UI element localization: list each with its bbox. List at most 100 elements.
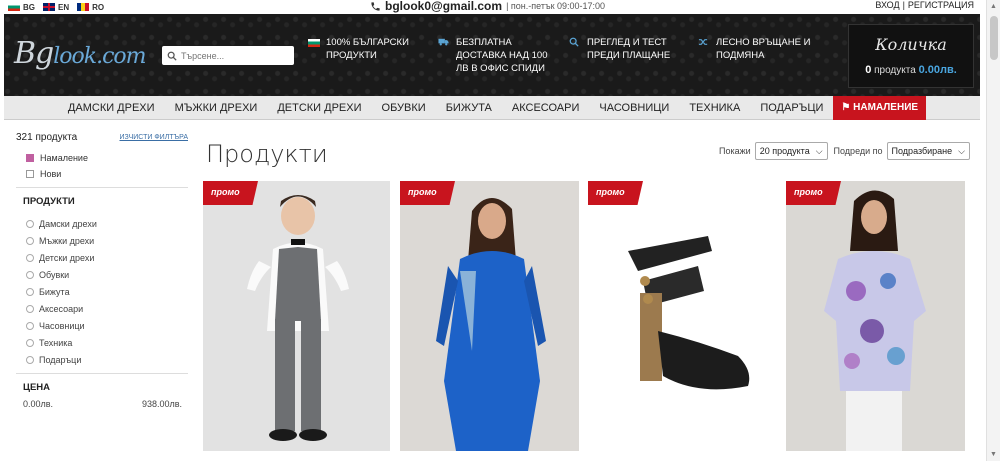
nav-sale[interactable]: ⚑ НАМАЛЕНИЕ (833, 95, 927, 120)
search-icon (167, 51, 177, 61)
scroll-down-arrow-icon[interactable]: ▼ (990, 451, 997, 458)
sort-select[interactable]: Подразбиране ⌵ (886, 142, 970, 160)
category-label: Обувки (39, 270, 70, 280)
cart-count-label: продукта (874, 65, 916, 76)
radio[interactable] (26, 271, 34, 279)
cart-summary: 0 продукта 0.00лв. (849, 64, 973, 76)
nav-womens-clothing[interactable]: ДАМСКИ ДРЕХИ (58, 96, 165, 120)
category-option[interactable]: Мъжки дрехи (26, 236, 188, 246)
filter-sale[interactable]: Намаление (26, 153, 188, 163)
product-count: 321 продукта (16, 132, 78, 143)
feature-free-delivery: БЕЗПЛАТНА ДОСТАВКА НАД 100 ЛВ В ОФИС СПИДИ (438, 36, 547, 75)
logo-rest: look.com (53, 44, 146, 69)
radio[interactable] (26, 220, 34, 228)
bulgaria-flag-icon (308, 37, 320, 62)
romania-flag-icon (77, 3, 90, 11)
uk-flag-icon (43, 3, 55, 11)
lang-ro-label: RO (92, 2, 105, 12)
top-bar: BG EN RO bglook0@gmail.com | пон.-петък … (0, 0, 984, 14)
product-card[interactable]: промо (588, 181, 775, 451)
product-image-boy-suit[interactable] (203, 181, 390, 451)
radio[interactable] (26, 339, 34, 347)
product-image-sandal[interactable] (588, 181, 775, 451)
per-page-select[interactable]: 20 продукта ⌵ (754, 142, 828, 160)
checkbox[interactable] (26, 170, 34, 178)
category-label: Подаръци (39, 355, 82, 365)
divider (16, 187, 188, 188)
scroll-up-arrow-icon[interactable]: ▲ (990, 3, 997, 10)
category-option[interactable]: Техника (26, 338, 188, 348)
radio[interactable] (26, 237, 34, 245)
clear-filter-link[interactable]: ИЗЧИСТИ ФИЛТЪРА (119, 134, 188, 141)
lang-en[interactable]: EN (43, 3, 69, 12)
category-option[interactable]: Обувки (26, 270, 188, 280)
price-min: 0.00лв. (23, 399, 54, 409)
radio[interactable] (26, 254, 34, 262)
promo-badge: промо (588, 181, 643, 205)
category-option[interactable]: Дамски дрехи (26, 219, 188, 229)
sort-value: Подразбиране (891, 146, 953, 156)
product-card[interactable]: промо (400, 181, 579, 451)
register-link[interactable]: РЕГИСТРАЦИЯ (908, 0, 974, 10)
category-option[interactable]: Бижута (26, 287, 188, 297)
category-label: Техника (39, 338, 73, 348)
language-switcher: BG EN RO (0, 3, 104, 12)
chevron-down-icon: ⌵ (958, 145, 965, 156)
feature-line: ЛЕСНО ВРЪЩАНЕ И (716, 37, 811, 48)
nav-kids-clothing[interactable]: ДЕТСКИ ДРЕХИ (267, 96, 371, 120)
bulgaria-flag-icon (8, 3, 20, 11)
working-hours: | пон.-петък 09:00-17:00 (506, 1, 606, 11)
login-link[interactable]: ВХОД (875, 0, 899, 10)
cart-total: 0.00лв. (918, 64, 957, 76)
contact-email[interactable]: bglook0@gmail.com (385, 0, 502, 13)
nav-accessories[interactable]: АКСЕСОАРИ (502, 96, 590, 120)
lang-bg[interactable]: BG (8, 3, 35, 12)
feature-line: 100% БЪЛГАРСКИ (326, 37, 409, 48)
auth-separator: | (902, 0, 905, 10)
nav-electronics[interactable]: ТЕХНИКА (679, 96, 750, 120)
category-label: Аксесоари (39, 304, 84, 314)
feature-easy-return: ЛЕСНО ВРЪЩАНЕ И ПОДМЯНА (698, 36, 810, 62)
tag-icon: ⚑ (841, 101, 854, 113)
cart-widget[interactable]: Количка 0 продукта 0.00лв. (848, 24, 974, 88)
nav-jewelry[interactable]: БИЖУТА (436, 96, 502, 120)
category-option[interactable]: Часовници (26, 321, 188, 331)
search-input[interactable] (181, 50, 281, 61)
filter-new[interactable]: Нови (26, 169, 188, 179)
promo-badge: промо (786, 181, 841, 205)
show-label: Покажи (719, 146, 751, 156)
radio[interactable] (26, 356, 34, 364)
filter-label: Нови (40, 169, 62, 179)
cart-count: 0 (865, 64, 872, 76)
lang-en-label: EN (58, 2, 70, 12)
nav-mens-clothing[interactable]: МЪЖКИ ДРЕХИ (165, 96, 268, 120)
chevron-down-icon: ⌵ (815, 145, 823, 156)
nav-gifts[interactable]: ПОДАРЪЦИ (750, 96, 833, 120)
product-card[interactable]: промо (203, 181, 390, 451)
page-scrollbar[interactable]: ▲ ▼ (986, 0, 1000, 461)
lang-ro[interactable]: RO (77, 3, 104, 12)
category-label: Бижута (39, 287, 70, 297)
checkbox-checked[interactable] (26, 154, 34, 162)
category-option[interactable]: Детски дрехи (26, 253, 188, 263)
products-section-title: ПРОДУКТИ (23, 196, 75, 207)
radio[interactable] (26, 305, 34, 313)
phone-icon (371, 1, 380, 11)
category-option[interactable]: Аксесоари (26, 304, 188, 314)
product-image-blue-dress[interactable] (400, 181, 579, 451)
feature-inspect-before-pay: ПРЕГЛЕД И ТЕСТ ПРЕДИ ПЛАЩАНЕ (569, 36, 670, 62)
main-nav: ДАМСКИ ДРЕХИ МЪЖКИ ДРЕХИ ДЕТСКИ ДРЕХИ ОБ… (4, 95, 980, 120)
truck-icon (438, 37, 450, 75)
radio[interactable] (26, 322, 34, 330)
nav-shoes[interactable]: ОБУВКИ (372, 96, 436, 120)
product-card[interactable]: промо (786, 181, 965, 451)
radio[interactable] (26, 288, 34, 296)
site-logo[interactable]: Bglook.com (14, 36, 147, 71)
scrollbar-thumb[interactable] (990, 16, 998, 60)
nav-watches[interactable]: ЧАСОВНИЦИ (589, 96, 679, 120)
category-label: Часовници (39, 321, 85, 331)
product-image-floral-blouse[interactable] (786, 181, 965, 451)
filter-label: Намаление (40, 153, 88, 163)
category-label: Мъжки дрехи (39, 236, 95, 246)
category-option[interactable]: Подаръци (26, 355, 188, 365)
